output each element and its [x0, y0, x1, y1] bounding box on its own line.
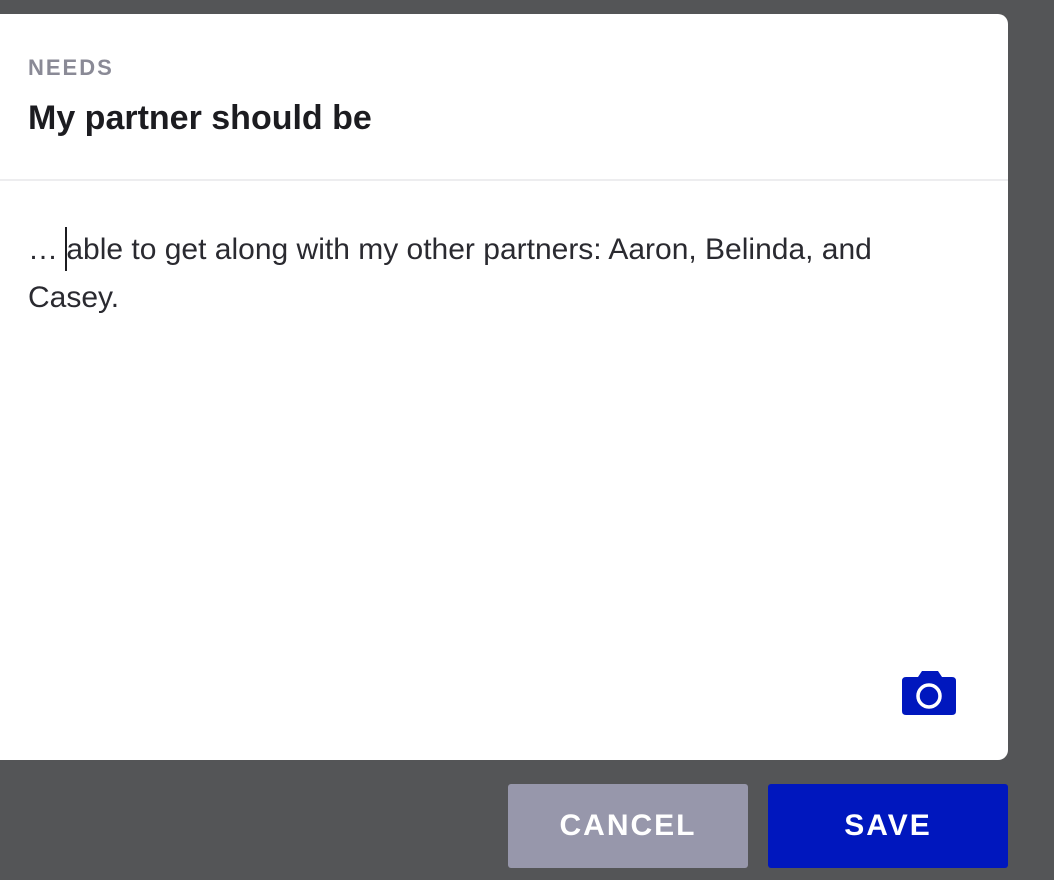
answer-prefix: …: [28, 233, 67, 266]
add-photo-button[interactable]: [900, 669, 958, 719]
section-label: NEEDS: [28, 55, 114, 80]
modal-backdrop: NEEDS My partner should be … able to get…: [0, 0, 1054, 880]
save-button[interactable]: SAVE: [768, 784, 1008, 868]
card-header: NEEDS My partner should be: [0, 14, 1008, 181]
camera-icon: [902, 671, 956, 715]
answer-text: able to get along with my other partners…: [28, 233, 881, 314]
prompt-title: My partner should be: [28, 99, 372, 137]
edit-prompt-card: NEEDS My partner should be … able to get…: [0, 14, 1008, 760]
cancel-button[interactable]: CANCEL: [508, 784, 748, 868]
answer-text-field[interactable]: … able to get along with my other partne…: [28, 226, 948, 646]
